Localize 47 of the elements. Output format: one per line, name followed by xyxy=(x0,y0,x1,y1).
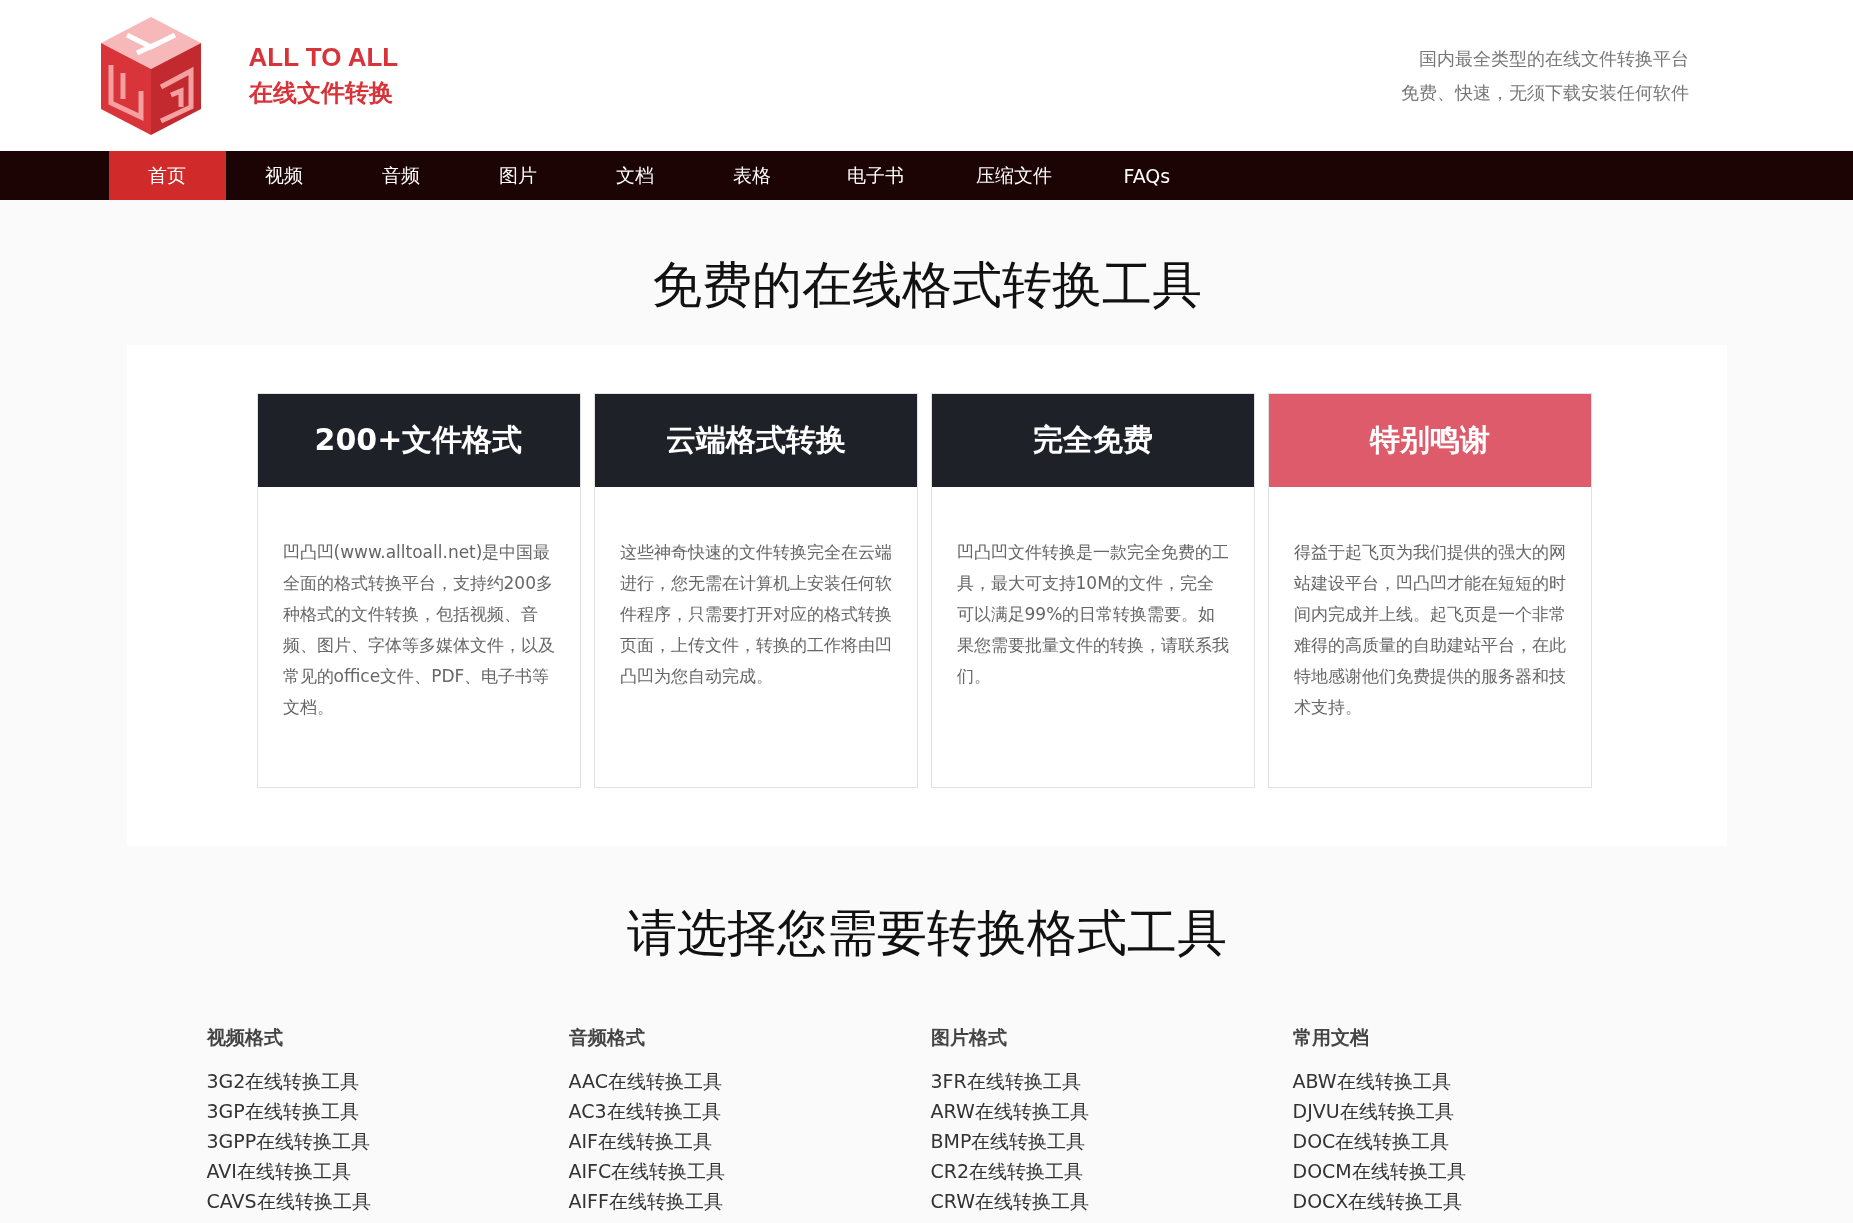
tool-link[interactable]: AIFF在线转换工具 xyxy=(568,1186,723,1216)
card-text: 凹凸凹文件转换是一款完全免费的工具，最大可支持10M的文件，完全可以满足99%的日常转换需要。如果您需要批量文件的转换，请联系我们。 xyxy=(956,541,1230,688)
logo-subtitle: 在线文件转换 xyxy=(248,78,394,109)
column-heading: 常用文档 xyxy=(1292,1025,1370,1050)
card-text: 凹凸凹(www.alltoall.net)是中国最全面的格式转换平台，支持约200多种格式的文件转换，包括视频、音频、图片、字体等多媒体文件，以及常见的office文件、PDF、电子书等文档。 xyxy=(282,541,556,719)
column-heading: 音频格式 xyxy=(568,1025,646,1050)
tool-link[interactable]: 3GP在线转换工具 xyxy=(206,1096,359,1126)
tool-link[interactable]: CAVS在线转换工具 xyxy=(206,1186,371,1216)
card-title: 完全免费 xyxy=(931,394,1254,487)
nav-item[interactable]: 电子书 xyxy=(810,151,940,200)
nav-item[interactable]: 图片 xyxy=(459,151,577,200)
nav-item[interactable]: 压缩文件 xyxy=(939,151,1088,200)
tool-link[interactable]: AAC在线转换工具 xyxy=(568,1066,722,1096)
tool-link[interactable]: ARW在线转换工具 xyxy=(930,1096,1089,1126)
nav-item[interactable]: 表格 xyxy=(693,151,811,200)
tool-link[interactable]: AVI在线转换工具 xyxy=(206,1156,351,1186)
card-text: 得益于起飞页为我们提供的强大的网站建设平台，凹凸凹才能在短短的时间内完成并上线。起飞页是一个非常难得的高质量的自助建站平台，在此特地感谢他们免费提供的服务器和技术支持。 xyxy=(1293,541,1567,719)
tool-link[interactable]: DJVU在线转换工具 xyxy=(1292,1096,1454,1126)
card-title: 200+文件格式 xyxy=(257,394,580,487)
hero-title: 免费的在线格式转换工具 xyxy=(650,255,1203,316)
tool-link[interactable]: 3FR在线转换工具 xyxy=(930,1066,1081,1096)
card-title: 云端格式转换 xyxy=(594,394,917,487)
tool-link[interactable]: DOCM在线转换工具 xyxy=(1292,1156,1466,1186)
tool-link[interactable]: CRW在线转换工具 xyxy=(930,1186,1089,1216)
section-title: 请选择您需要转换格式工具 xyxy=(625,903,1228,964)
tool-link[interactable]: AIF在线转换工具 xyxy=(568,1126,713,1156)
tool-link[interactable]: DOCX在线转换工具 xyxy=(1292,1186,1463,1216)
nav-item[interactable]: 文档 xyxy=(576,151,694,200)
nav-item[interactable]: FAQs xyxy=(1087,151,1207,200)
tool-link[interactable]: AIFC在线转换工具 xyxy=(568,1156,726,1186)
nav-item[interactable]: 视频 xyxy=(225,151,343,200)
tool-link[interactable]: DOC在线转换工具 xyxy=(1292,1126,1450,1156)
column-heading: 视频格式 xyxy=(206,1025,284,1050)
tool-link[interactable]: ABW在线转换工具 xyxy=(1292,1066,1451,1096)
tool-link[interactable]: BMP在线转换工具 xyxy=(930,1126,1086,1156)
logo-title: ALL TO ALL xyxy=(248,42,399,73)
tool-link[interactable]: CR2在线转换工具 xyxy=(930,1156,1084,1186)
nav-item[interactable]: 首页 xyxy=(108,151,226,200)
tagline: 国内最全类型的在线文件转换平台 xyxy=(1418,46,1689,71)
column-heading: 图片格式 xyxy=(930,1025,1008,1050)
tool-link[interactable]: 3GPP在线转换工具 xyxy=(206,1126,371,1156)
tool-link[interactable]: 3G2在线转换工具 xyxy=(206,1066,360,1096)
nav-item[interactable]: 音频 xyxy=(342,151,460,200)
tagline: 免费、快速，无须下载安装任何软件 xyxy=(1400,80,1689,105)
card-title: 特别鸣谢 xyxy=(1268,394,1591,487)
card-text: 这些神奇快速的文件转换完全在云端进行，您无需在计算机上安装任何软件程序，只需要打开对应的格式转换页面，上传文件，转换的工作将由凹凸凹为您自动完成。 xyxy=(619,541,893,688)
tool-link[interactable]: AC3在线转换工具 xyxy=(568,1096,721,1126)
